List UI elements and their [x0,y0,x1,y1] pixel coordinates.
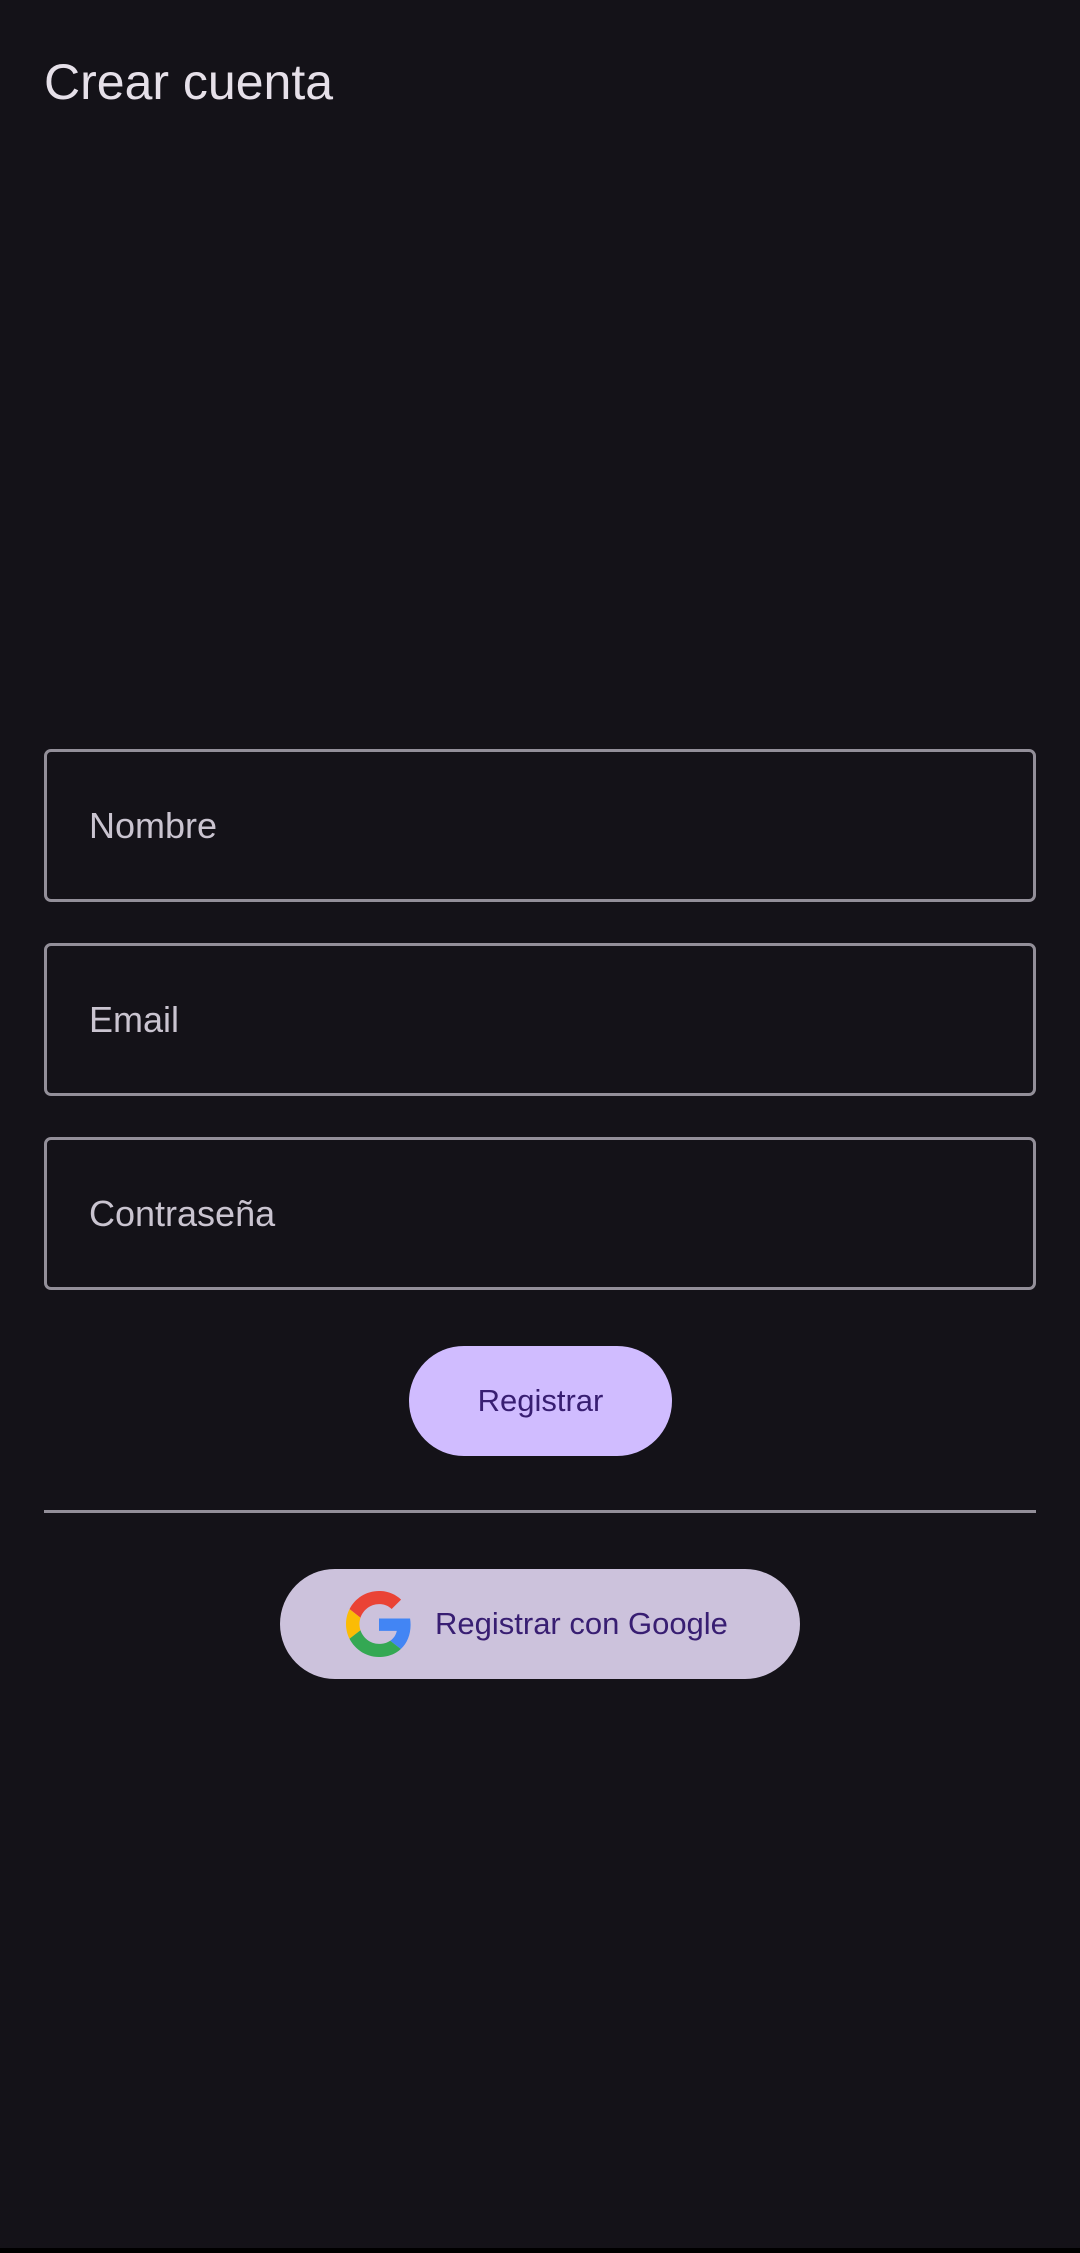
register-button[interactable]: Registrar [409,1346,672,1456]
create-account-screen: Crear cuenta Registrar Registrar con Goo… [0,0,1080,2248]
divider [44,1510,1036,1513]
navigation-bar-strip [0,2248,1080,2253]
google-register-button[interactable]: Registrar con Google [280,1569,800,1679]
email-input[interactable] [47,946,1033,1093]
google-register-label: Registrar con Google [435,1606,728,1641]
name-field[interactable] [44,749,1036,902]
google-logo-icon [346,1591,412,1657]
password-field[interactable] [44,1137,1036,1290]
register-button-label: Registrar [477,1383,604,1418]
email-field[interactable] [44,943,1036,1096]
page-title: Crear cuenta [44,54,334,110]
name-input[interactable] [47,752,1033,899]
password-input[interactable] [47,1140,1033,1287]
